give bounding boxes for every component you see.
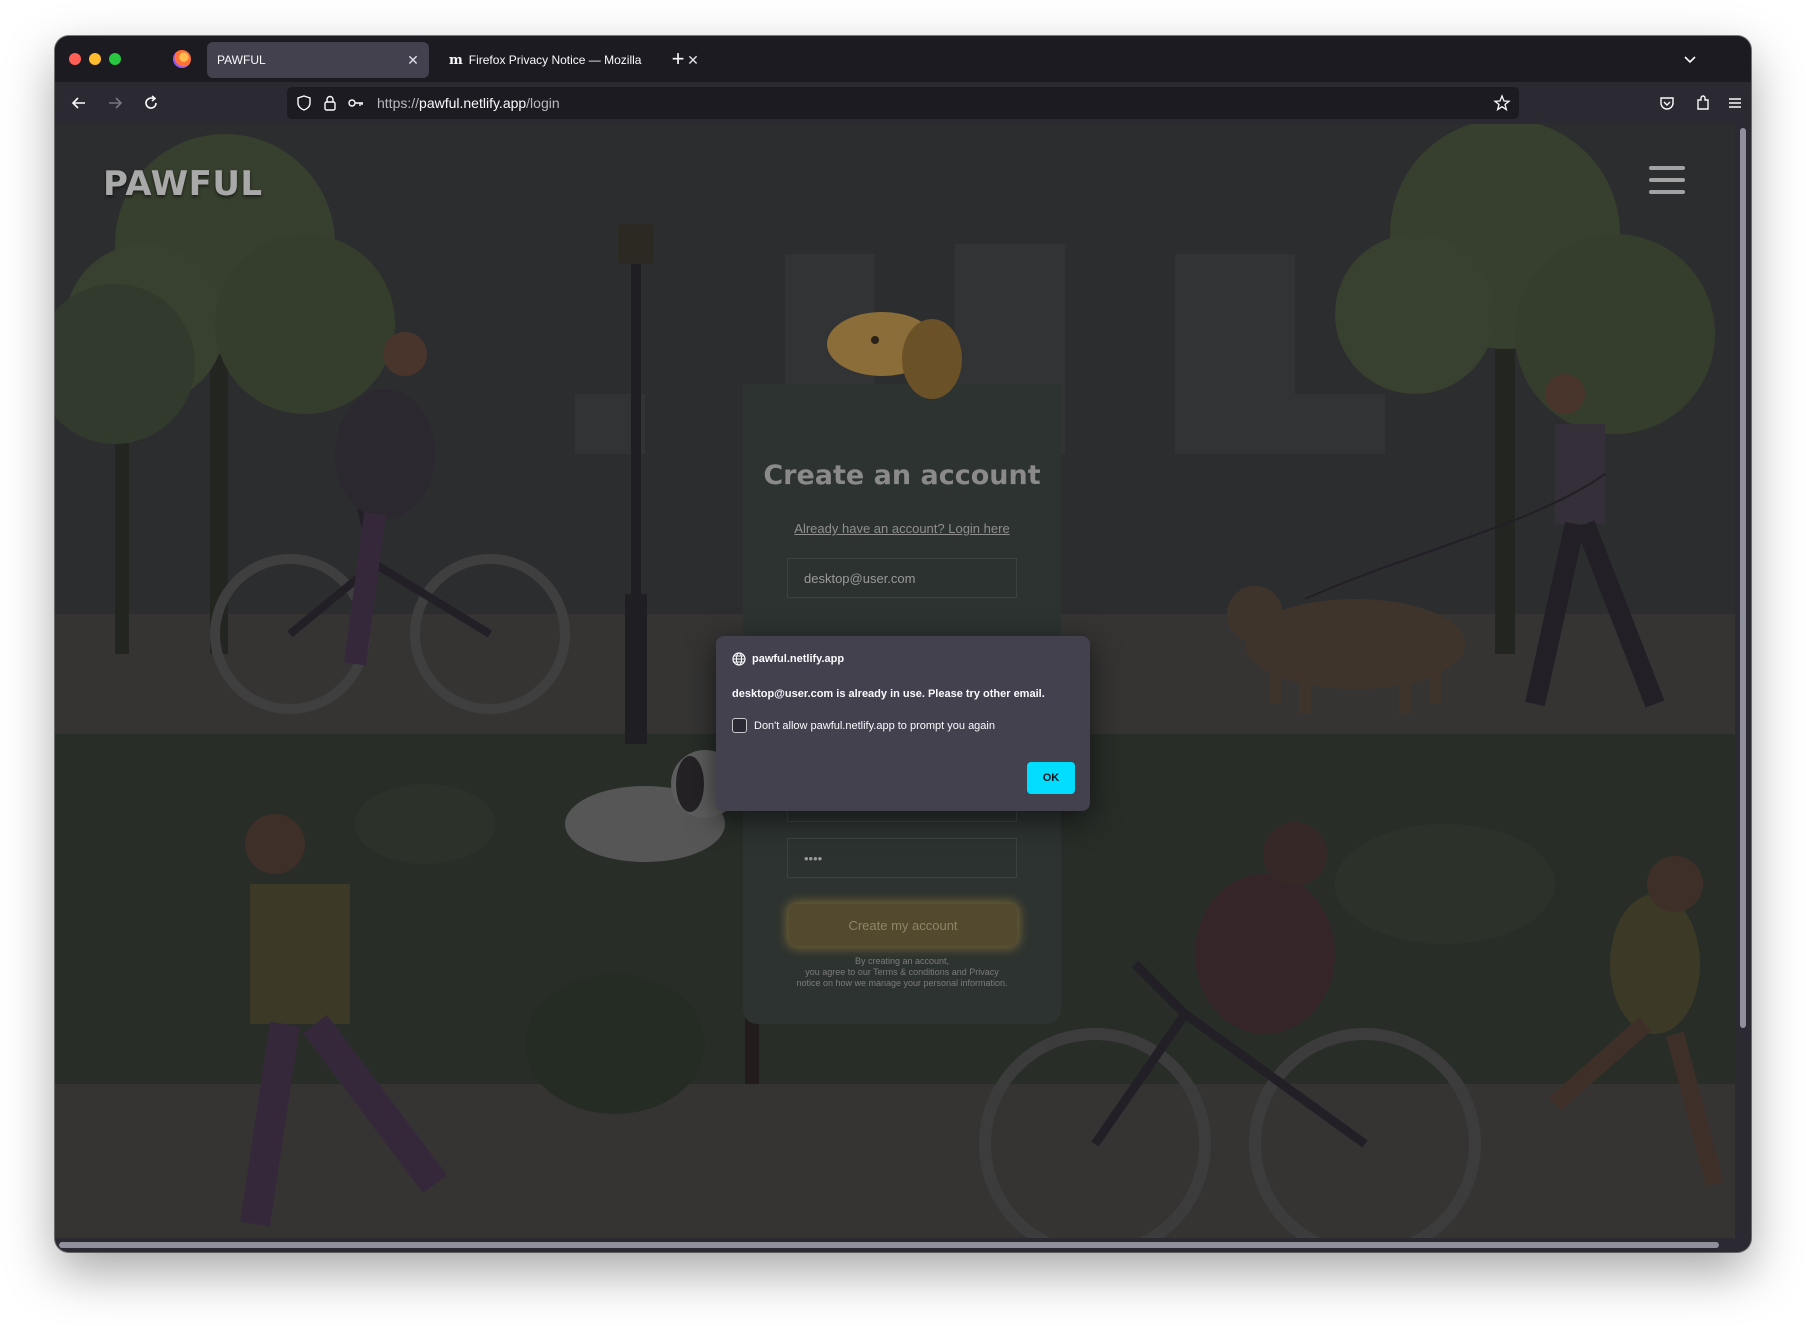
url-text[interactable]: https://pawful.netlify.app/login (377, 95, 560, 111)
dialog-origin-label: pawful.netlify.app (752, 653, 845, 665)
firefox-icon (173, 50, 191, 68)
web-content: PAWFUL Create an account Already have an… (55, 124, 1735, 1238)
shield-icon[interactable] (295, 94, 313, 112)
key-icon[interactable] (347, 94, 365, 112)
dialog-origin: pawful.netlify.app (732, 652, 844, 666)
globe-icon (732, 652, 746, 666)
reload-button[interactable] (139, 91, 163, 115)
url-scheme: https:// (377, 95, 420, 111)
create-account-button[interactable]: Create my account (789, 904, 1017, 946)
login-link[interactable]: Already have an account? Login here (743, 521, 1061, 536)
puzzle-icon (1697, 95, 1709, 110)
pocket-icon (1660, 97, 1674, 110)
tab-label: PAWFUL (217, 53, 266, 67)
vertical-scrollbar[interactable] (1735, 124, 1751, 1238)
legal-line: By creating an account, (854, 956, 950, 966)
checkbox-box[interactable] (732, 718, 747, 733)
close-tab-icon[interactable]: ✕ (403, 52, 423, 69)
pocket-button[interactable] (1655, 91, 1679, 115)
url-path: /login (526, 95, 560, 111)
browser-window: PAWFUL ✕ m Firefox Privacy Notice — Mozi… (55, 36, 1751, 1252)
ok-button[interactable]: OK (1027, 762, 1075, 794)
scrollbar-thumb[interactable] (1740, 128, 1746, 1028)
app-menu-button[interactable] (1723, 91, 1747, 115)
window-close-button[interactable] (69, 53, 81, 65)
dog-mascot-icon (827, 312, 962, 399)
horizontal-scrollbar[interactable] (55, 1238, 1751, 1252)
scrollbar-thumb[interactable] (59, 1242, 1719, 1248)
window-maximize-button[interactable] (109, 53, 121, 65)
dialog-message: desktop@user.com is already in use. Plea… (732, 688, 1045, 700)
password-field[interactable]: •••• (787, 838, 1017, 878)
bookmark-star-icon[interactable] (1493, 94, 1511, 112)
reload-icon (145, 95, 157, 109)
lock-icon[interactable] (321, 94, 339, 112)
url-host: pawful.netlify.app (419, 95, 527, 111)
forward-button[interactable] (103, 91, 127, 115)
email-field[interactable]: desktop@user.com (787, 558, 1017, 598)
tab-strip: PAWFUL ✕ m Firefox Privacy Notice — Mozi… (55, 36, 1751, 82)
forward-arrow-icon (109, 97, 123, 109)
mozilla-icon: m (449, 52, 463, 68)
legal-line[interactable]: you agree to our Terms & conditions and … (755, 967, 1049, 978)
extensions-button[interactable] (1691, 91, 1715, 115)
menu-icon (1729, 98, 1741, 108)
legal-line: notice on how we manage your personal in… (796, 978, 1008, 988)
address-bar[interactable]: https://pawful.netlify.app/login (287, 87, 1519, 119)
new-tab-button[interactable]: + (665, 46, 691, 72)
back-button[interactable] (67, 91, 91, 115)
alert-dialog: pawful.netlify.app desktop@user.com is a… (716, 636, 1090, 811)
navigation-toolbar: https://pawful.netlify.app/login (55, 82, 1751, 124)
site-logo[interactable]: PAWFUL (103, 164, 263, 204)
page-title: Create an account (763, 460, 1041, 491)
window-minimize-button[interactable] (89, 53, 101, 65)
legal-notice: By creating an account, you agree to our… (755, 956, 1049, 989)
tab-pawful[interactable]: PAWFUL ✕ (207, 42, 429, 78)
site-menu-icon[interactable] (1649, 166, 1685, 200)
checkbox-label[interactable]: Don't allow pawful.netlify.app to prompt… (754, 720, 995, 732)
tab-label: Firefox Privacy Notice — Mozilla (468, 53, 642, 67)
chevron-down-icon[interactable] (1681, 50, 1699, 68)
dont-allow-prompt-checkbox[interactable]: Don't allow pawful.netlify.app to prompt… (732, 718, 995, 733)
back-arrow-icon (71, 97, 85, 109)
